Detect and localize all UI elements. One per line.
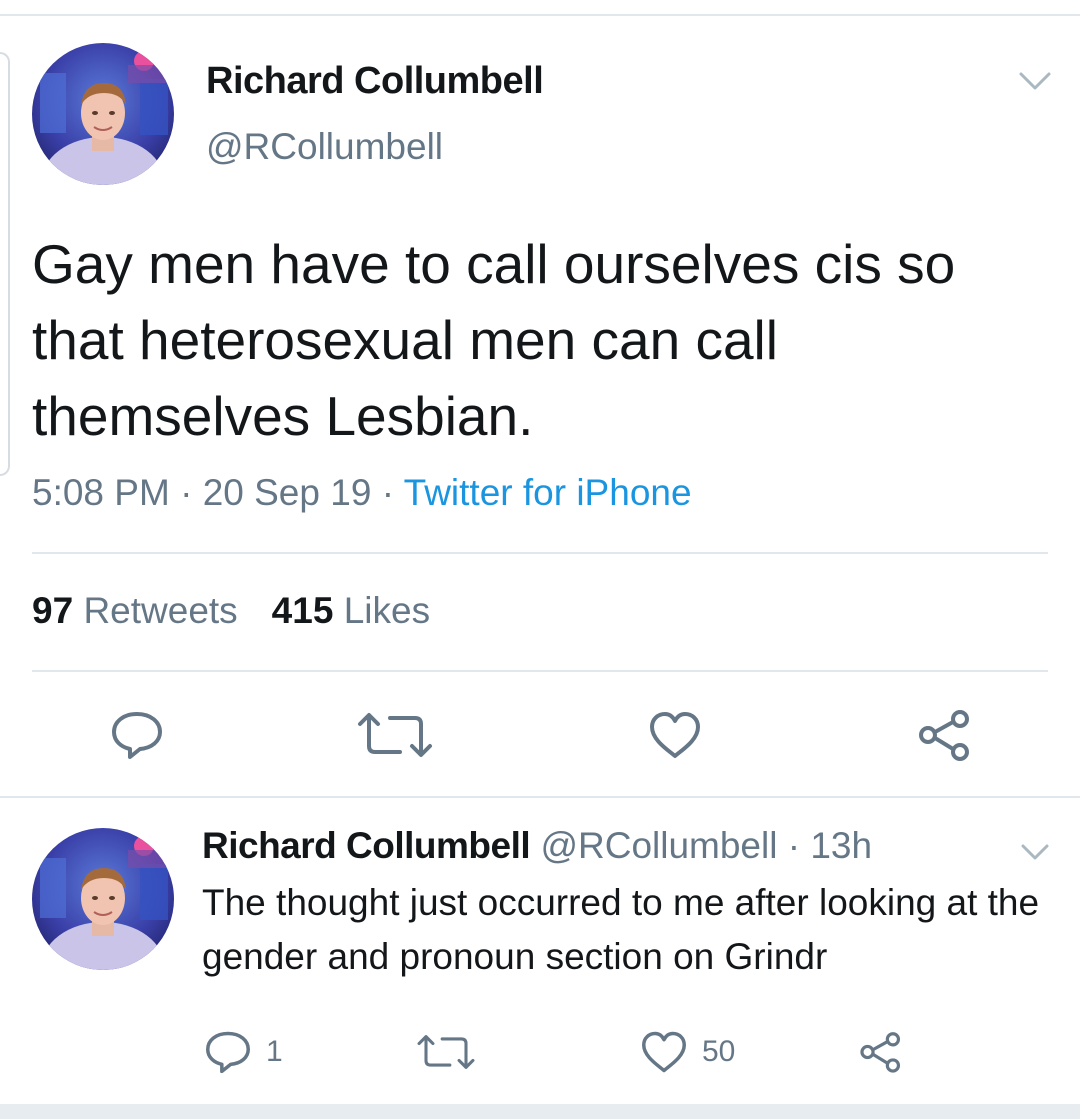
author-name[interactable]: Richard Collumbell xyxy=(206,60,544,103)
retweet-icon xyxy=(417,1035,475,1069)
panel-edge xyxy=(0,52,10,476)
reply-action[interactable]: 1 xyxy=(204,1030,283,1074)
meta-separator: · xyxy=(180,472,193,513)
tweet-text: Gay men have to call ourselves cis so th… xyxy=(32,233,956,447)
avatar[interactable] xyxy=(32,828,174,970)
avatar[interactable] xyxy=(32,43,174,185)
meta-separator: · xyxy=(381,472,395,513)
share-action[interactable] xyxy=(858,1030,904,1074)
retweets-count: 97 xyxy=(32,590,74,631)
likes-stat[interactable]: 415 Likes xyxy=(272,590,430,631)
chevron-down-icon[interactable] xyxy=(1018,70,1052,92)
like-icon[interactable] xyxy=(648,710,702,760)
like-count: 50 xyxy=(702,1035,736,1068)
share-icon xyxy=(860,1032,901,1073)
reply-icon xyxy=(206,1031,250,1074)
like-action[interactable]: 50 xyxy=(640,1030,735,1074)
divider xyxy=(32,670,1048,672)
share-icon[interactable] xyxy=(916,708,974,762)
like-icon xyxy=(642,1031,686,1073)
likes-count: 415 xyxy=(271,590,334,631)
top-divider xyxy=(0,14,1080,16)
meta-separator: · xyxy=(787,825,801,866)
reply-count: 1 xyxy=(266,1035,283,1068)
bottom-separator xyxy=(0,1104,1080,1119)
reply-header: Richard Collumbell @RCollumbell · 13h xyxy=(202,825,872,867)
tweet-meta: 5:08 PM · 20 Sep 19 · Twitter for iPhone xyxy=(32,472,692,514)
reply-icon[interactable] xyxy=(110,710,164,760)
reply-text: The thought just occurred to me after lo… xyxy=(202,882,1040,977)
author-handle[interactable]: @RCollumbell xyxy=(540,825,777,866)
tweet-stats: 97 Retweets 415 Likes xyxy=(32,590,430,632)
tweet-source-link[interactable]: Twitter for iPhone xyxy=(404,472,692,513)
retweets-stat[interactable]: 97 Retweets xyxy=(32,590,238,631)
chevron-down-icon[interactable] xyxy=(1020,843,1050,862)
tweet-date[interactable]: 20 Sep 19 xyxy=(203,472,372,513)
tweet-time[interactable]: 5:08 PM xyxy=(32,472,170,513)
retweet-icon[interactable] xyxy=(356,710,434,760)
author-handle[interactable]: @RCollumbell xyxy=(206,126,443,168)
likes-label: Likes xyxy=(343,590,431,631)
divider xyxy=(0,796,1080,798)
retweet-action[interactable] xyxy=(416,1032,476,1072)
divider xyxy=(32,552,1048,554)
author-name[interactable]: Richard Collumbell xyxy=(202,825,531,866)
tweet-age[interactable]: 13h xyxy=(810,825,872,866)
retweets-label: Retweets xyxy=(83,590,238,631)
